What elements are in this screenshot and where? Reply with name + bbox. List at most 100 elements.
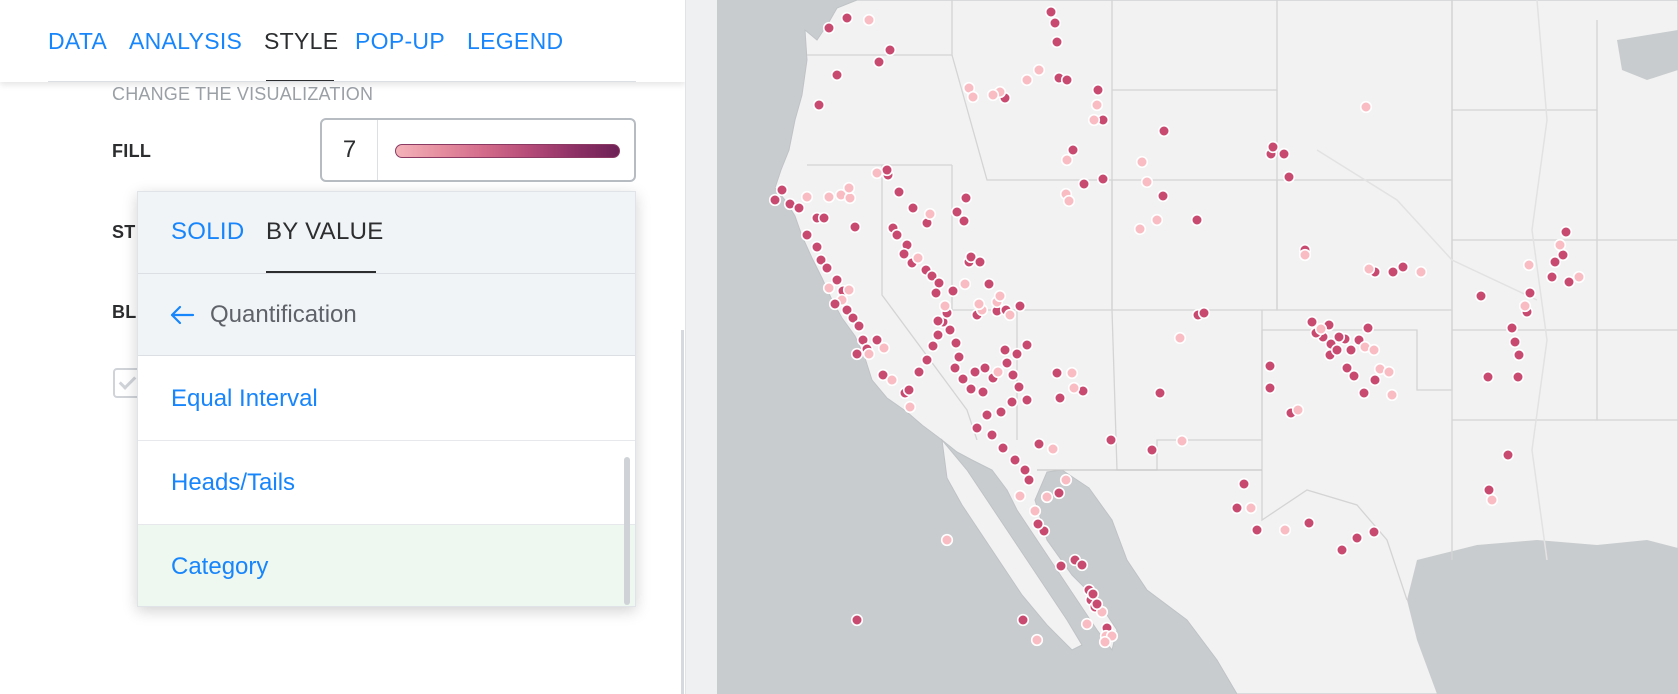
map-point[interactable] [1135,155,1149,169]
map-point[interactable] [923,207,937,221]
map-point[interactable] [870,166,884,180]
map-point[interactable] [982,277,996,291]
map-point[interactable] [1382,365,1396,379]
map-point[interactable] [980,408,994,422]
map-point[interactable] [1150,213,1164,227]
option-equal-interval[interactable]: Equal Interval [138,357,635,441]
map-point[interactable] [1282,170,1296,184]
map-point[interactable] [892,185,906,199]
map-point[interactable] [1305,315,1319,329]
map-point[interactable] [1054,559,1068,573]
map-point[interactable] [843,191,857,205]
map-point[interactable] [938,299,952,313]
map-point[interactable] [1013,299,1027,313]
map-point[interactable] [1075,558,1089,572]
map-point[interactable] [1350,531,1364,545]
map-point[interactable] [1020,338,1034,352]
map-point[interactable] [1335,543,1349,557]
map-point[interactable] [1302,516,1316,530]
map-point[interactable] [1556,248,1570,262]
map-point[interactable] [970,421,984,435]
map-point[interactable] [1367,525,1381,539]
map-point[interactable] [1237,477,1251,491]
map-point[interactable] [1031,517,1045,531]
map-point[interactable] [822,21,836,35]
tab-data[interactable]: DATA [48,28,107,55]
map-point[interactable] [1505,321,1519,335]
map-point[interactable] [822,190,836,204]
map-point[interactable] [1553,238,1567,252]
map-point[interactable] [1501,448,1515,462]
map-point[interactable] [966,90,980,104]
map-point[interactable] [842,181,856,195]
map-point[interactable] [1362,262,1376,276]
map-point[interactable] [850,613,864,627]
map-point[interactable] [1013,489,1027,503]
map-point[interactable] [1359,100,1373,114]
map-point[interactable] [912,365,926,379]
map-point[interactable] [1022,473,1036,487]
panel-scrollbar[interactable] [681,330,684,694]
map-point[interactable] [957,214,971,228]
map-point[interactable] [820,261,834,275]
map-point[interactable] [1314,322,1328,336]
map-point[interactable] [972,297,986,311]
map-point[interactable] [812,98,826,112]
map-point[interactable] [1052,486,1066,500]
map-point[interactable] [976,385,990,399]
map-point[interactable] [1291,403,1305,417]
map-point[interactable] [800,228,814,242]
map-point[interactable] [978,361,992,375]
map-point[interactable] [1098,635,1112,649]
map-point[interactable] [1385,388,1399,402]
map-point[interactable] [1190,213,1204,227]
map-point[interactable] [880,163,894,177]
map-point[interactable] [775,183,789,197]
map-point[interactable] [1046,442,1060,456]
tab-legend[interactable]: LEGEND [467,28,563,55]
tab-analysis[interactable]: ANALYSIS [129,28,242,55]
map-point[interactable] [1474,289,1488,303]
map-point[interactable] [1347,369,1361,383]
map-point[interactable] [1298,248,1312,262]
map-point[interactable] [931,314,945,328]
map-point[interactable] [1263,359,1277,373]
map-point[interactable] [1062,194,1076,208]
map-point[interactable] [1330,343,1344,357]
map-point[interactable] [973,255,987,269]
map-point[interactable] [1000,356,1014,370]
map-point[interactable] [810,240,824,254]
map-point[interactable] [940,533,954,547]
map-point[interactable] [897,247,911,261]
map-point[interactable] [1028,504,1042,518]
map-point[interactable] [840,11,854,25]
map-point[interactable] [959,191,973,205]
map-point[interactable] [1096,172,1110,186]
map-point[interactable] [1090,98,1104,112]
fill-selector[interactable]: 7 [320,118,636,182]
map-point[interactable] [792,201,806,215]
map-point[interactable] [848,220,862,234]
map-point[interactable] [862,347,876,361]
map-point[interactable] [850,347,864,361]
map-point[interactable] [1053,391,1067,405]
map-point[interactable] [1032,437,1046,451]
map-point[interactable] [1266,140,1280,154]
map-point[interactable] [800,190,814,204]
map-point[interactable] [1197,306,1211,320]
map-point[interactable] [950,205,964,219]
map-point[interactable] [1522,258,1536,272]
map-point[interactable] [998,343,1012,357]
map-point[interactable] [1511,370,1525,384]
map-point[interactable] [1018,463,1032,477]
map-point[interactable] [1396,260,1410,274]
map-point[interactable] [943,323,957,337]
map-point[interactable] [1005,395,1019,409]
map-point[interactable] [993,289,1007,303]
map-point[interactable] [1357,386,1371,400]
map-point[interactable] [885,373,899,387]
map-point[interactable] [768,193,782,207]
map-point[interactable] [1003,308,1017,322]
map-point[interactable] [822,281,836,295]
map-point[interactable] [1518,299,1532,313]
